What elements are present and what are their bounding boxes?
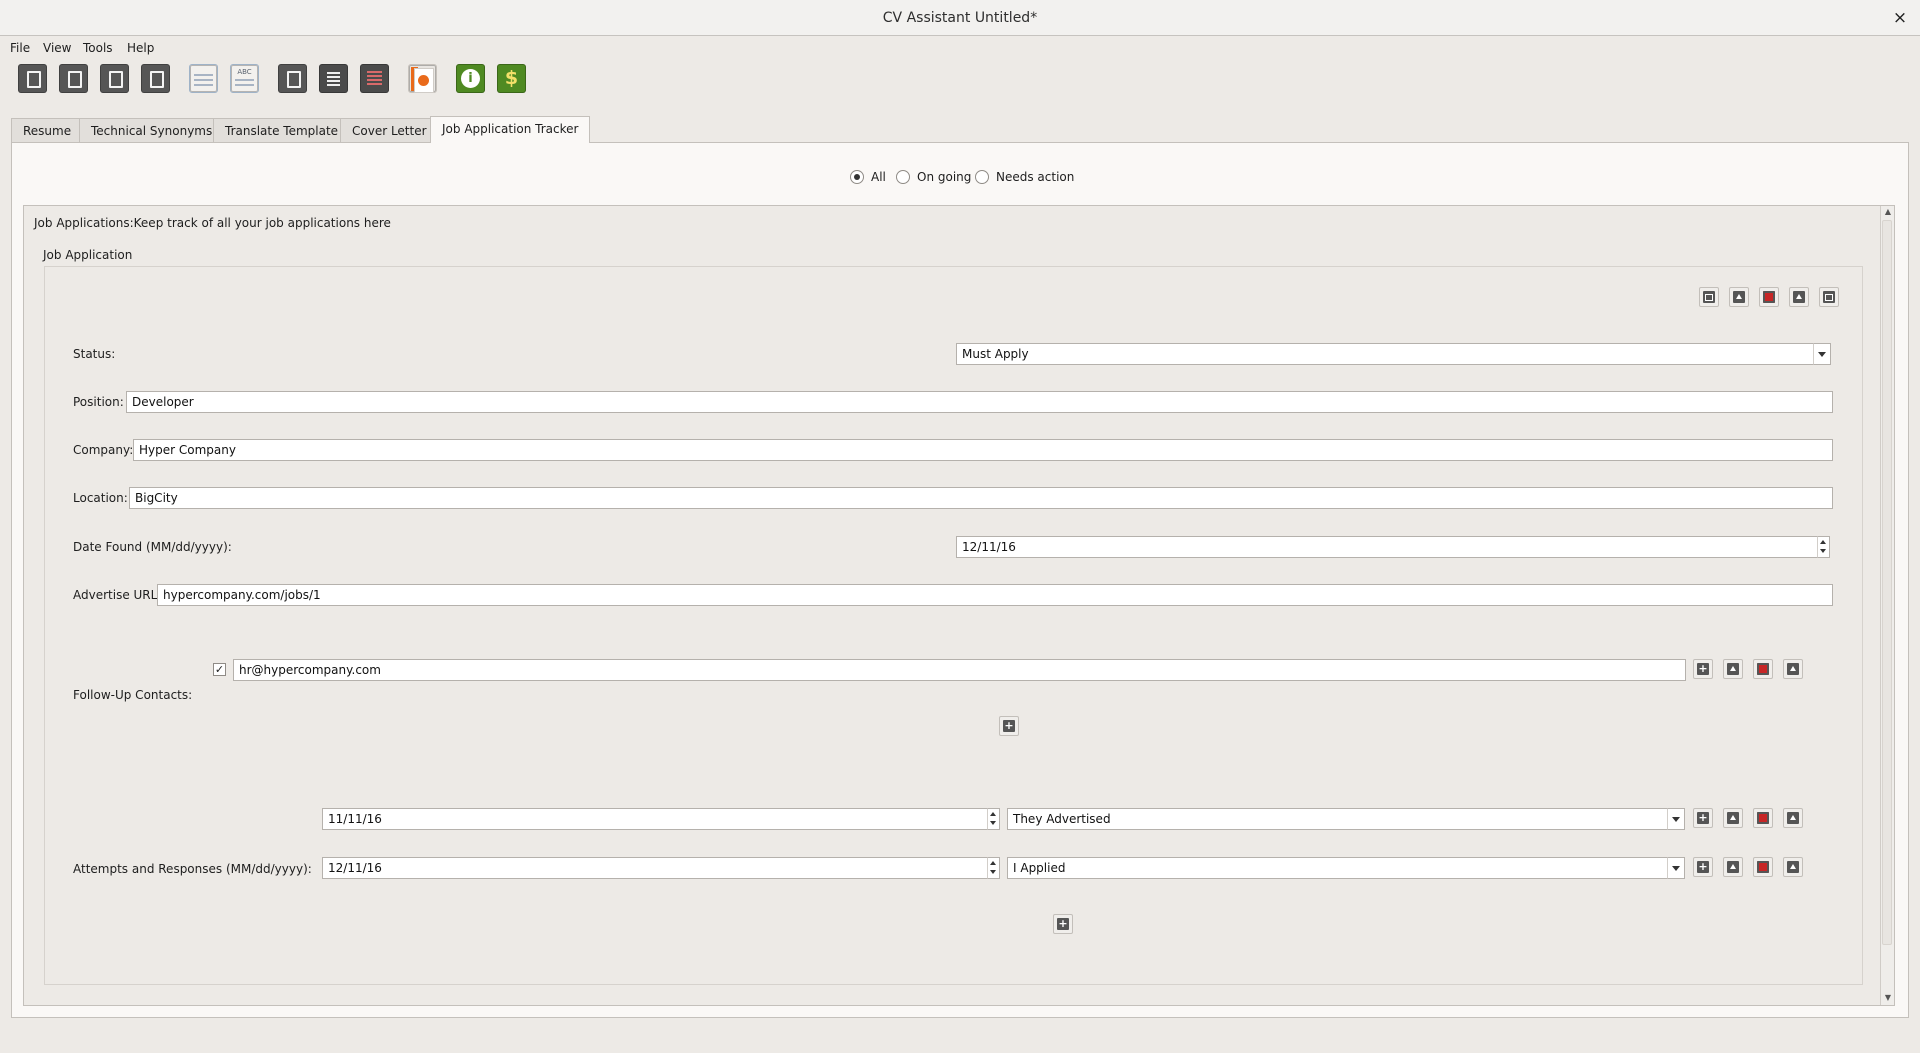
attempt-move-up-button[interactable] — [1723, 857, 1743, 877]
plus-icon: + — [1697, 811, 1709, 824]
tab-technical-synonyms[interactable]: Technical Synonyms — [79, 118, 225, 142]
chevron-down-icon[interactable] — [1667, 857, 1685, 879]
info-icon[interactable]: i — [456, 64, 485, 93]
delete-icon — [1757, 812, 1769, 824]
advertise-url-label: Advertise URL: — [73, 588, 162, 602]
plus-icon: + — [1697, 860, 1709, 873]
follow-up-contacts-label: Follow-Up Contacts: — [73, 688, 193, 702]
attempt-date-spinner[interactable] — [987, 857, 1000, 879]
attempt-response-select[interactable]: I Applied — [1007, 857, 1668, 879]
plus-icon: + — [1697, 662, 1709, 675]
arrow-up-icon — [1727, 861, 1739, 873]
attempt-date-input[interactable]: 12/11/16 — [322, 857, 988, 879]
attempt-move-up-button[interactable] — [1723, 808, 1743, 828]
window-title: CV Assistant Untitled* — [882, 10, 1038, 26]
status-select[interactable]: Must Apply — [956, 343, 1814, 365]
attempt-move-down-button[interactable] — [1783, 857, 1803, 877]
window-icon — [1703, 291, 1715, 303]
arrow-icon — [1793, 291, 1805, 303]
position-input[interactable]: Developer — [126, 391, 1833, 413]
export-small-icon — [1823, 291, 1835, 303]
attempt-delete-button[interactable] — [1753, 857, 1773, 877]
contact-delete-button[interactable] — [1753, 659, 1773, 679]
scroll-down-icon[interactable]: ▼ — [1881, 992, 1895, 1004]
attempt-date-spinner[interactable] — [987, 808, 1000, 830]
contact-checkbox[interactable]: ✓ — [213, 663, 226, 676]
location-label: Location: — [73, 491, 128, 505]
spellcheck-label: ABC — [237, 68, 252, 76]
section-heading: Job Applications:Keep track of all your … — [34, 216, 391, 230]
arrow-icon — [1787, 861, 1799, 873]
filter-ongoing-radio[interactable]: On going — [896, 169, 971, 185]
move-up-button[interactable] — [1729, 287, 1749, 307]
scroll-up-icon[interactable]: ▲ — [1881, 206, 1895, 218]
attempt-delete-button[interactable] — [1753, 808, 1773, 828]
attempt-response-select[interactable]: They Advertised — [1007, 808, 1668, 830]
menu-file[interactable]: File — [8, 38, 32, 58]
arrow-up-icon — [1727, 663, 1739, 675]
save-document-icon[interactable] — [141, 64, 170, 93]
delete-icon — [1763, 291, 1775, 303]
contact-email-input[interactable]: hr@hypercompany.com — [233, 659, 1686, 681]
chevron-down-icon[interactable] — [1667, 808, 1685, 830]
tab-job-application-tracker[interactable]: Job Application Tracker — [430, 116, 591, 143]
company-input[interactable]: Hyper Company — [133, 439, 1833, 461]
export-entry-button[interactable] — [1819, 287, 1839, 307]
advertise-url-input[interactable]: hypercompany.com/jobs/1 — [157, 584, 1833, 606]
tab-translate-template[interactable]: Translate Template — [213, 118, 351, 142]
add-contact-button[interactable]: + — [999, 716, 1019, 736]
attempt-move-down-button[interactable] — [1783, 808, 1803, 828]
arrow-icon — [1787, 812, 1799, 824]
arrow-icon — [1787, 663, 1799, 675]
tab-cover-letter[interactable]: Cover Letter — [340, 118, 439, 142]
money-icon[interactable]: $ — [497, 64, 526, 93]
date-spinner[interactable] — [1817, 536, 1830, 558]
resume-template-icon[interactable] — [189, 64, 218, 93]
spellcheck-icon[interactable]: ABC — [230, 64, 259, 93]
company-label: Company: — [73, 443, 134, 457]
close-button[interactable]: × — [1888, 6, 1912, 30]
plus-icon: + — [1003, 719, 1015, 732]
chevron-down-icon[interactable] — [1813, 343, 1831, 365]
open-document-icon[interactable] — [100, 64, 129, 93]
delete-icon — [1757, 861, 1769, 873]
attempt-add-button[interactable]: + — [1693, 857, 1713, 877]
new-document-icon[interactable] — [18, 64, 47, 93]
arrow-up-icon — [1733, 291, 1745, 303]
add-attempt-button[interactable]: + — [1053, 914, 1073, 934]
arrow-up-icon — [1727, 812, 1739, 824]
attempt-date-input[interactable]: 11/11/16 — [322, 808, 988, 830]
contact-move-up-button[interactable] — [1723, 659, 1743, 679]
contact-move-down-button[interactable] — [1783, 659, 1803, 679]
copy-document-icon[interactable] — [59, 64, 88, 93]
position-label: Position: — [73, 395, 124, 409]
attempt-add-button[interactable]: + — [1693, 808, 1713, 828]
menu-help[interactable]: Help — [125, 38, 156, 58]
attempts-label: Attempts and Responses (MM/dd/yyyy): — [73, 862, 312, 876]
presentation-icon[interactable] — [408, 64, 437, 93]
date-found-input[interactable]: 12/11/16 — [956, 536, 1818, 558]
scrollbar-thumb[interactable] — [1882, 220, 1892, 945]
menu-tools[interactable]: Tools — [81, 38, 115, 58]
list-icon[interactable] — [319, 64, 348, 93]
filter-needs-action-radio[interactable]: Needs action — [975, 169, 1074, 185]
location-input[interactable]: BigCity — [129, 487, 1833, 509]
delete-button[interactable] — [1759, 287, 1779, 307]
tab-resume[interactable]: Resume — [11, 118, 84, 142]
delete-icon — [1757, 663, 1769, 675]
move-down-button[interactable] — [1789, 287, 1809, 307]
export-icon[interactable] — [278, 64, 307, 93]
collapse-button[interactable] — [1699, 287, 1719, 307]
filter-all-radio[interactable]: All — [850, 169, 886, 185]
status-label: Status: — [73, 347, 116, 361]
list-red-icon[interactable] — [360, 64, 389, 93]
plus-icon: + — [1057, 917, 1069, 930]
contact-add-button[interactable]: + — [1693, 659, 1713, 679]
menu-view[interactable]: View — [41, 38, 73, 58]
group-title: Job Application — [43, 248, 133, 262]
date-found-label: Date Found (MM/dd/yyyy): — [73, 540, 232, 554]
